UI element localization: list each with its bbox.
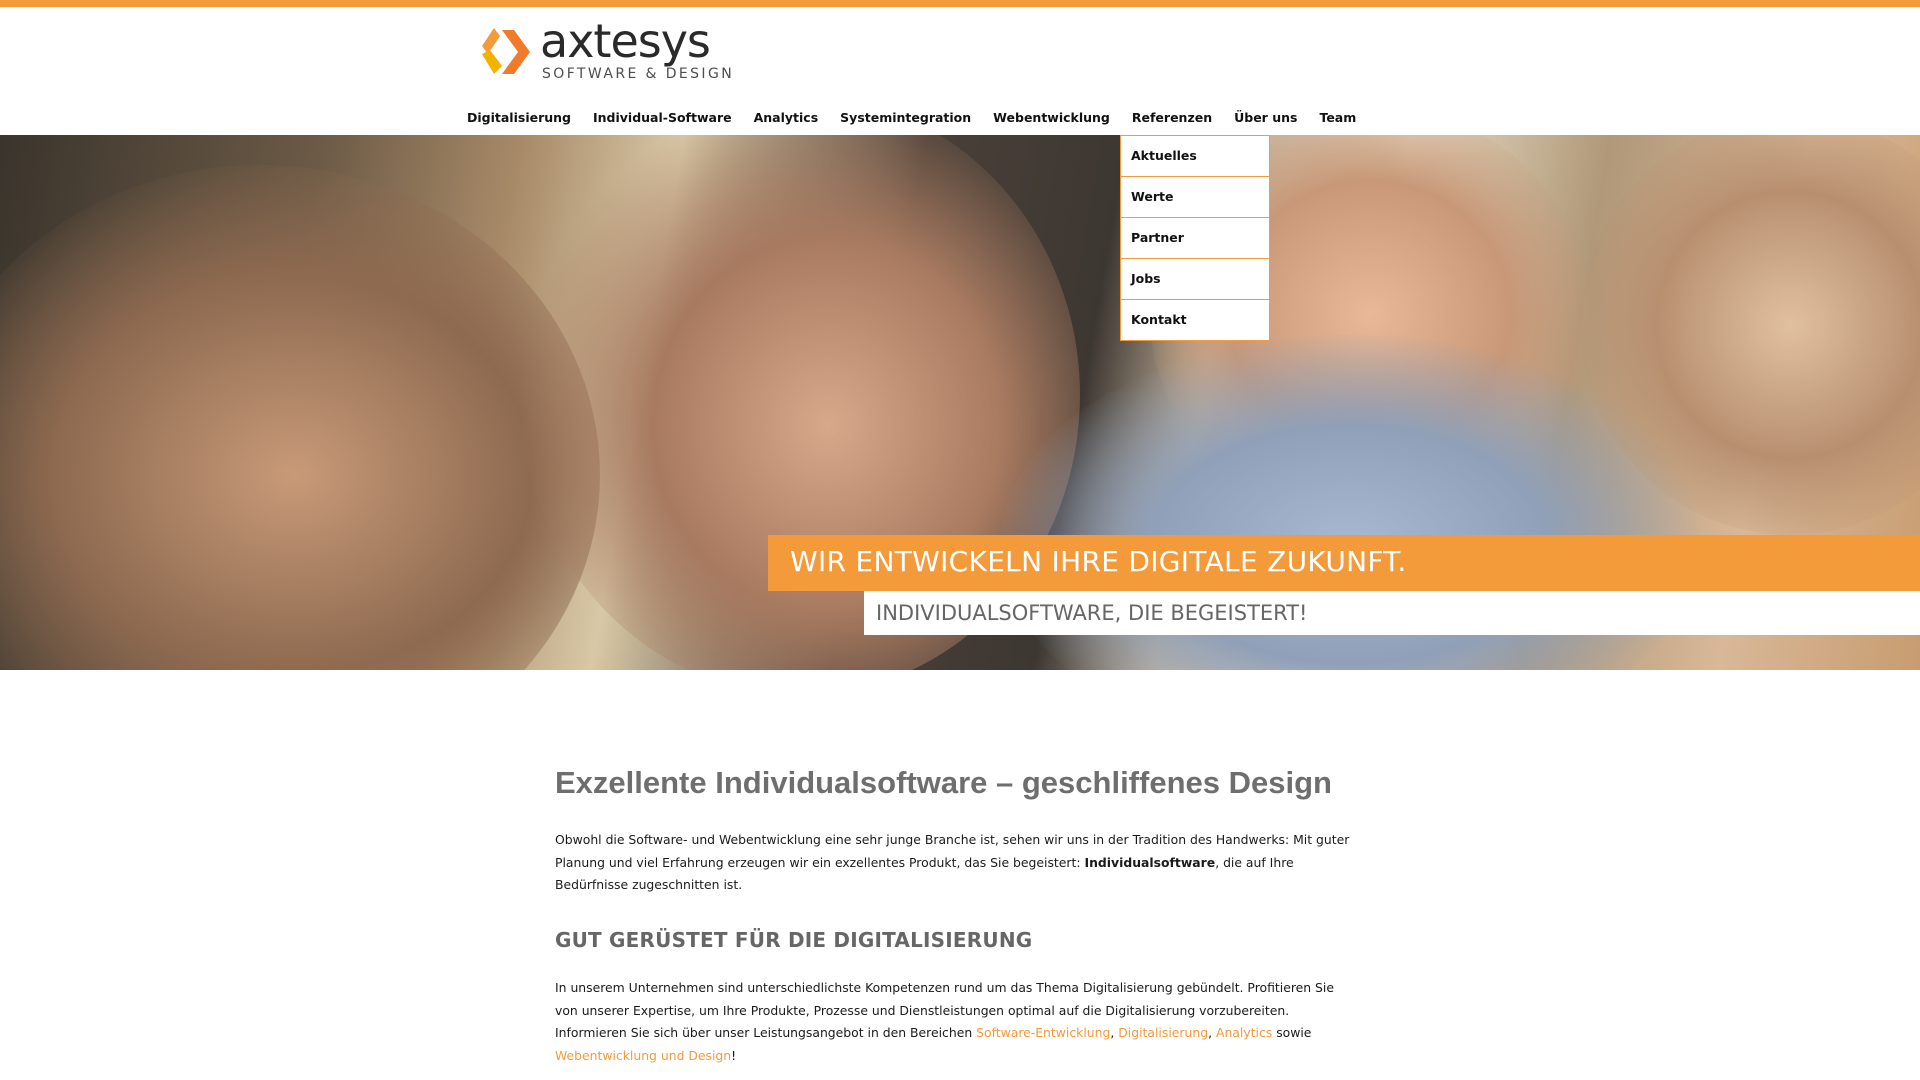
link-webentwicklung-design[interactable]: Webentwicklung und Design: [555, 1048, 731, 1063]
nav-item-systemintegration[interactable]: Systemintegration: [840, 110, 971, 134]
hero-subline-box: INDIVIDUALSOFTWARE, DIE BEGEISTERT!: [864, 591, 1920, 635]
link-digitalisierung[interactable]: Digitalisierung: [1118, 1025, 1208, 1040]
main-content: Exzellente Individualsoftware – geschlif…: [555, 765, 1355, 1063]
section-title: GUT GERÜSTET FÜR DIE DIGITALISIERUNG: [555, 928, 1033, 952]
main-nav: Digitalisierung Individual-Software Anal…: [467, 110, 1378, 134]
nav-item-webentwicklung[interactable]: Webentwicklung: [993, 110, 1110, 134]
hero-headline: WIR ENTWICKELN IHRE DIGITALE ZUKUNFT.: [790, 545, 1407, 578]
link-software-entwicklung[interactable]: Software-Entwicklung: [976, 1025, 1110, 1040]
logo-name: axtesys: [540, 14, 711, 68]
dropdown-item-werte[interactable]: Werte: [1121, 176, 1269, 217]
dropdown-item-partner[interactable]: Partner: [1121, 217, 1269, 258]
nav-item-individual-software[interactable]: Individual-Software: [593, 110, 732, 134]
separator: sowie: [1272, 1025, 1312, 1040]
hero-subline: INDIVIDUALSOFTWARE, DIE BEGEISTERT!: [876, 601, 1308, 625]
nav-item-analytics[interactable]: Analytics: [754, 110, 819, 134]
ueber-uns-dropdown: Aktuelles Werte Partner Jobs Kontakt: [1120, 135, 1270, 341]
logo-tagline: SOFTWARE & DESIGN: [542, 66, 735, 82]
sentence-end: !: [731, 1047, 737, 1063]
hero-banner: WIR ENTWICKELN IHRE DIGITALE ZUKUNFT. IN…: [0, 135, 1920, 670]
logo-mark-icon: [482, 28, 530, 74]
dropdown-item-jobs[interactable]: Jobs: [1121, 258, 1269, 299]
hero-photo-shape: [0, 165, 600, 670]
page-title: Exzellente Individualsoftware – geschlif…: [555, 765, 1332, 800]
dropdown-item-kontakt[interactable]: Kontakt: [1121, 299, 1269, 340]
dropdown-item-aktuelles[interactable]: Aktuelles: [1121, 135, 1269, 176]
hero-headline-box: WIR ENTWICKELN IHRE DIGITALE ZUKUNFT.: [768, 535, 1920, 591]
intro-bold-term: Individualsoftware: [1084, 854, 1216, 870]
separator: ,: [1208, 1025, 1216, 1040]
nav-item-referenzen[interactable]: Referenzen: [1132, 110, 1212, 134]
nav-item-team[interactable]: Team: [1319, 110, 1356, 134]
top-accent-bar: [0, 0, 1920, 7]
logo[interactable]: axtesys SOFTWARE & DESIGN: [472, 14, 742, 84]
section-paragraph: In unserem Unternehmen sind unterschiedl…: [555, 977, 1355, 1067]
nav-item-ueber-uns[interactable]: Über uns: [1234, 110, 1297, 134]
intro-paragraph: Obwohl die Software- und Webentwicklung …: [555, 829, 1355, 897]
link-analytics[interactable]: Analytics: [1216, 1025, 1272, 1040]
nav-item-digitalisierung[interactable]: Digitalisierung: [467, 110, 571, 134]
